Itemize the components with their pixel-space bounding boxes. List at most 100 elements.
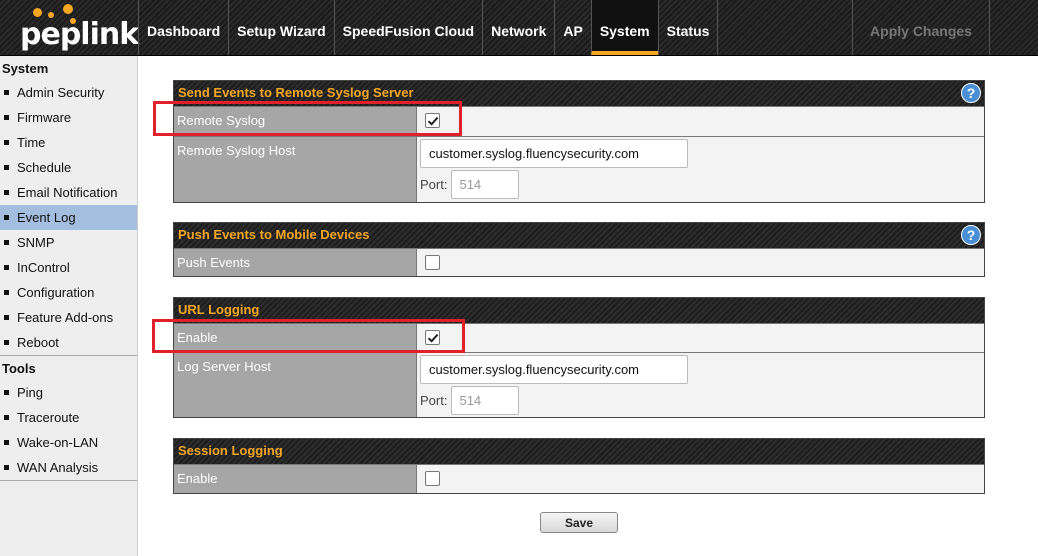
sidebar-item-label: Event Log bbox=[17, 210, 76, 225]
log-server-host-row: Log Server Host Port: bbox=[174, 352, 984, 417]
panel-title: Push Events to Mobile Devices bbox=[178, 227, 370, 242]
push-events-row: Push Events bbox=[174, 248, 984, 276]
log-server-host-label: Log Server Host bbox=[174, 353, 417, 417]
help-icon[interactable]: ? bbox=[961, 225, 981, 245]
panel-title: Send Events to Remote Syslog Server bbox=[178, 85, 414, 100]
sidebar-item-event-log[interactable]: Event Log bbox=[0, 205, 137, 230]
log-server-host-input[interactable] bbox=[420, 355, 688, 384]
sidebar-divider bbox=[0, 480, 137, 481]
push-events-checkbox[interactable] bbox=[425, 255, 440, 270]
port-line: Port: bbox=[420, 170, 981, 199]
push-events-value bbox=[417, 249, 984, 276]
sidebar-item-feature-add-ons[interactable]: Feature Add-ons bbox=[0, 305, 137, 330]
url-logging-panel: URL Logging Enable Log Server Host Port: bbox=[173, 297, 985, 418]
sidebar-item-label: Admin Security bbox=[17, 85, 105, 100]
bullet-icon bbox=[4, 440, 9, 445]
sidebar-item-ping[interactable]: Ping bbox=[0, 380, 137, 405]
peplink-logo[interactable]: peplink bbox=[0, 0, 139, 56]
sidebar-item-label: InControl bbox=[17, 260, 70, 275]
sidebar-item-configuration[interactable]: Configuration bbox=[0, 280, 137, 305]
sidebar-item-incontrol[interactable]: InControl bbox=[0, 255, 137, 280]
nav-speedfusion-cloud[interactable]: SpeedFusion Cloud bbox=[333, 0, 482, 55]
main-nav: Dashboard Setup Wizard SpeedFusion Cloud… bbox=[138, 0, 719, 55]
logo-dot bbox=[48, 12, 54, 18]
sidebar-item-reboot[interactable]: Reboot bbox=[0, 330, 137, 355]
nav-setup-wizard[interactable]: Setup Wizard bbox=[228, 0, 334, 55]
sidebar-item-label: Feature Add-ons bbox=[17, 310, 114, 325]
url-logging-enable-value bbox=[417, 324, 984, 352]
remote-syslog-host-input[interactable] bbox=[420, 139, 688, 168]
nav-status[interactable]: Status bbox=[657, 0, 718, 55]
sidebar-item-traceroute[interactable]: Traceroute bbox=[0, 405, 137, 430]
logo-dot bbox=[63, 4, 73, 14]
sidebar-item-firmware[interactable]: Firmware bbox=[0, 105, 137, 130]
session-logging-enable-row: Enable bbox=[174, 464, 984, 493]
sidebar-heading-tools: Tools bbox=[2, 361, 36, 376]
sidebar-item-label: SNMP bbox=[17, 235, 55, 250]
help-icon[interactable]: ? bbox=[961, 83, 981, 103]
sidebar-item-wan-analysis[interactable]: WAN Analysis bbox=[0, 455, 137, 480]
sidebar-item-label: Wake-on-LAN bbox=[17, 435, 99, 450]
bullet-icon bbox=[4, 240, 9, 245]
highlight-box-remote-syslog bbox=[153, 101, 462, 136]
port-label: Port: bbox=[420, 177, 448, 192]
sidebar-item-schedule[interactable]: Schedule bbox=[0, 155, 137, 180]
sidebar-heading-system: System bbox=[2, 61, 49, 76]
port-label: Port: bbox=[420, 393, 448, 408]
bullet-icon bbox=[4, 415, 9, 420]
sidebar-item-label: Time bbox=[17, 135, 46, 150]
bullet-icon bbox=[4, 140, 9, 145]
sidebar-item-label: WAN Analysis bbox=[17, 460, 99, 475]
push-events-panel: Push Events to Mobile Devices ? Push Eve… bbox=[173, 222, 985, 277]
remote-syslog-panel: Send Events to Remote Syslog Server ? Re… bbox=[173, 80, 985, 203]
bullet-icon bbox=[4, 165, 9, 170]
sidebar-item-wake-on-lan[interactable]: Wake-on-LAN bbox=[0, 430, 137, 455]
push-events-label: Push Events bbox=[174, 249, 417, 276]
sidebar-item-label: Reboot bbox=[17, 335, 59, 350]
panel-header: Push Events to Mobile Devices ? bbox=[174, 223, 984, 248]
panel-title: Session Logging bbox=[178, 443, 283, 458]
logo-dot bbox=[33, 8, 42, 17]
bullet-icon bbox=[4, 315, 9, 320]
log-server-port-input[interactable] bbox=[451, 386, 520, 415]
bullet-icon bbox=[4, 465, 9, 470]
sidebar-item-label: Schedule bbox=[17, 160, 72, 175]
sidebar-item-label: Email Notification bbox=[17, 185, 118, 200]
bullet-icon bbox=[4, 340, 9, 345]
remote-syslog-value bbox=[417, 107, 984, 136]
log-server-host-value: Port: bbox=[417, 353, 984, 417]
sidebar-item-label: Firmware bbox=[17, 110, 72, 125]
bullet-icon bbox=[4, 90, 9, 95]
save-button[interactable]: Save bbox=[540, 512, 618, 533]
bullet-icon bbox=[4, 190, 9, 195]
session-logging-enable-value bbox=[417, 465, 984, 493]
bullet-icon bbox=[4, 390, 9, 395]
sidebar-item-email-notification[interactable]: Email Notification bbox=[0, 180, 137, 205]
sidebar-item-snmp[interactable]: SNMP bbox=[0, 230, 137, 255]
bullet-icon bbox=[4, 265, 9, 270]
panel-title: URL Logging bbox=[178, 302, 260, 317]
sidebar-item-label: Configuration bbox=[17, 285, 95, 300]
session-logging-enable-label: Enable bbox=[174, 465, 417, 493]
nav-network[interactable]: Network bbox=[482, 0, 554, 55]
sidebar-item-admin-security[interactable]: Admin Security bbox=[0, 80, 137, 105]
remote-syslog-port-input[interactable] bbox=[451, 170, 520, 199]
remote-syslog-host-value: Port: bbox=[417, 137, 984, 202]
session-logging-checkbox[interactable] bbox=[425, 471, 440, 486]
sidebar-item-time[interactable]: Time bbox=[0, 130, 137, 155]
logo-text: peplink bbox=[20, 17, 139, 52]
nav-dashboard[interactable]: Dashboard bbox=[138, 0, 228, 55]
nav-system[interactable]: System bbox=[590, 0, 658, 55]
session-logging-panel: Session Logging Enable bbox=[173, 438, 985, 494]
nav-ap[interactable]: AP bbox=[554, 0, 590, 55]
remote-syslog-host-label: Remote Syslog Host bbox=[174, 137, 417, 202]
sidebar-item-label: Ping bbox=[17, 385, 44, 400]
highlight-box-url-logging bbox=[152, 319, 465, 353]
remote-syslog-host-row: Remote Syslog Host Port: bbox=[174, 136, 984, 202]
apply-changes-button[interactable]: Apply Changes bbox=[852, 0, 990, 55]
bullet-icon bbox=[4, 215, 9, 220]
sidebar-item-label: Traceroute bbox=[17, 410, 80, 425]
nav-divider bbox=[717, 0, 719, 55]
sidebar: System Admin Security Firmware Time Sche… bbox=[0, 56, 138, 556]
top-bar: peplink Dashboard Setup Wizard SpeedFusi… bbox=[0, 0, 1038, 56]
